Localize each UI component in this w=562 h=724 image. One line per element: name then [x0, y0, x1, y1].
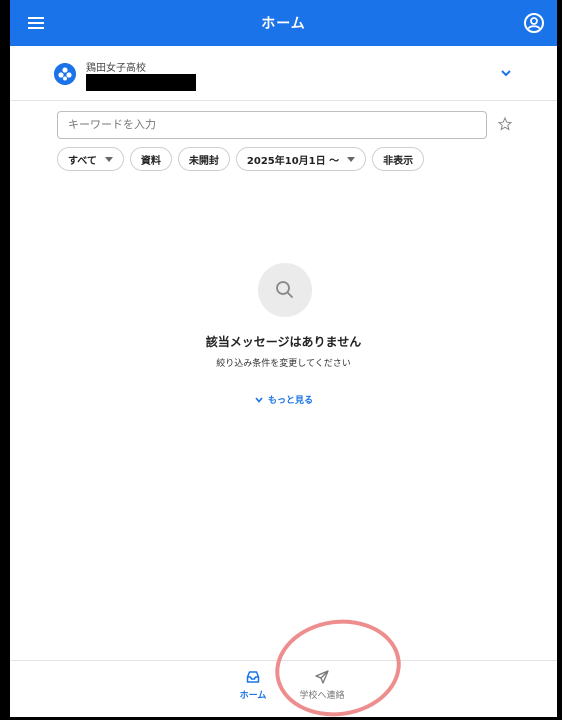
- nav-label-home: ホーム: [239, 691, 267, 701]
- inbox-icon: [246, 671, 260, 683]
- filter-chip-date[interactable]: 2025年10月1日 〜: [235, 147, 367, 171]
- filter-chip-label: 非表示: [383, 155, 414, 167]
- filter-chip-unread[interactable]: 未開封: [177, 147, 230, 171]
- search-icon: [258, 263, 312, 317]
- school-name: 鶏田女子高校: [86, 63, 146, 74]
- filter-chip-materials[interactable]: 資料: [129, 147, 172, 171]
- send-icon: [315, 670, 329, 684]
- chevron-down-icon[interactable]: [499, 66, 513, 80]
- redacted-user-name: [86, 74, 196, 91]
- app-screen: ホーム 鶏田女子高校 すべて 資料: [10, 0, 557, 717]
- filter-chip-label: 未開封: [188, 155, 219, 167]
- screen-frame-right: [557, 0, 562, 720]
- filter-chip-label: すべて: [68, 155, 97, 167]
- empty-state-title: 該当メッセージはありません: [205, 335, 362, 349]
- nav-label-contact-school: 学校へ連絡: [299, 691, 345, 701]
- filter-chip-row: すべて 資料 未開封 2025年10月1日 〜 非表示: [57, 147, 425, 171]
- search-field[interactable]: [57, 111, 487, 139]
- bottom-navigation: ホーム 学校へ連絡: [10, 660, 557, 717]
- show-more-label: もっと見る: [267, 396, 313, 406]
- screen-frame-left: [0, 0, 10, 720]
- star-icon[interactable]: [497, 116, 513, 132]
- chevron-down-icon: [255, 396, 263, 403]
- menu-icon[interactable]: [26, 13, 46, 33]
- page-title: ホーム: [261, 16, 306, 32]
- account-icon[interactable]: [523, 12, 545, 34]
- caret-down-icon: [347, 156, 356, 162]
- nav-item-home[interactable]: ホーム: [238, 669, 268, 701]
- top-app-bar: ホーム: [10, 0, 557, 46]
- school-logo-icon: [54, 63, 76, 85]
- filter-chip-hidden[interactable]: 非表示: [372, 147, 425, 171]
- school-selector[interactable]: 鶏田女子高校: [10, 46, 557, 101]
- caret-down-icon: [104, 156, 113, 162]
- search-input[interactable]: [58, 112, 468, 136]
- empty-state-subtitle: 絞り込み条件を変更してください: [216, 359, 351, 369]
- filter-chip-label: 資料: [140, 155, 161, 167]
- filter-chip-label: 2025年10月1日 〜: [246, 155, 340, 167]
- show-more-link[interactable]: もっと見る: [10, 393, 557, 406]
- nav-item-contact-school[interactable]: 学校へ連絡: [292, 669, 352, 701]
- filter-chip-all[interactable]: すべて: [57, 147, 124, 171]
